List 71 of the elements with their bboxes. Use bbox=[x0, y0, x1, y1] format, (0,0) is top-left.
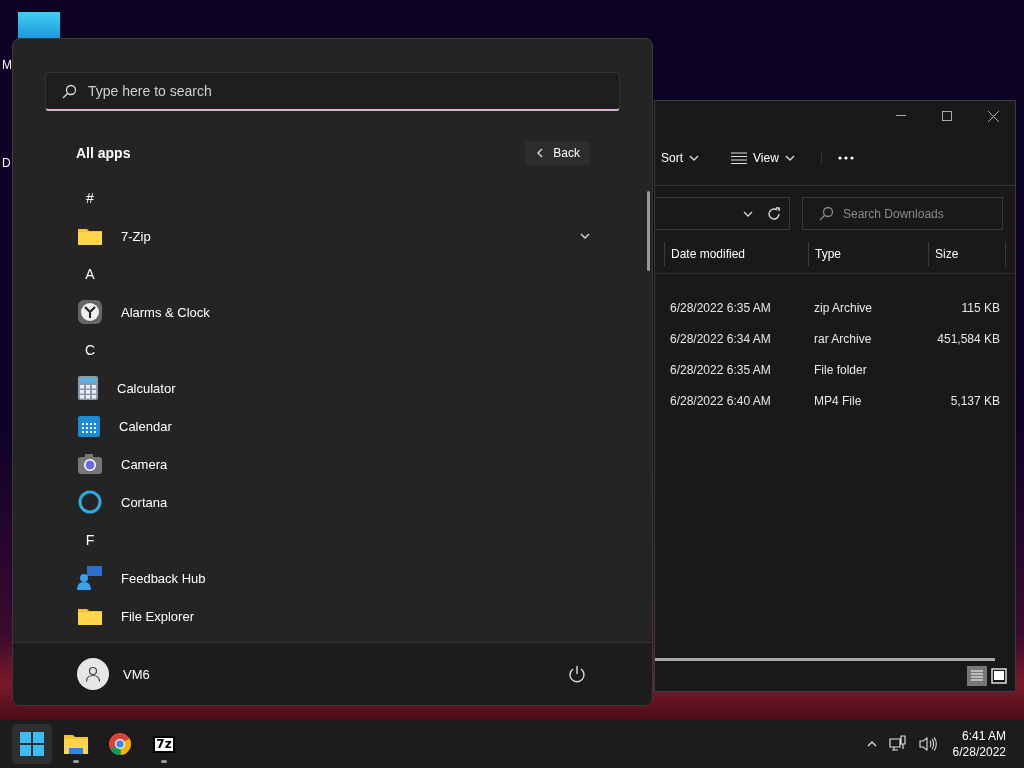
browser-icon bbox=[108, 732, 132, 756]
table-cell-text: File folder bbox=[814, 362, 868, 377]
sort-button[interactable]: Sort bbox=[655, 147, 705, 169]
windows-logo-icon bbox=[20, 732, 44, 756]
table-cell-text: 6/28/2022 6:35 AM bbox=[670, 362, 772, 377]
table-cell-text: 6/28/2022 6:40 AM bbox=[670, 393, 772, 408]
chevron-down-icon bbox=[784, 153, 795, 163]
refresh-icon bbox=[767, 206, 781, 221]
user-avatar bbox=[77, 658, 109, 690]
table-cell-text: 451,584 KB bbox=[936, 331, 1000, 346]
app-list-item[interactable]: Feedback Hub bbox=[77, 565, 590, 591]
app-list-item[interactable]: 7-Zip bbox=[77, 226, 590, 246]
app-list-item[interactable]: File Explorer bbox=[77, 606, 590, 626]
clock-icon bbox=[77, 299, 103, 325]
people-chat-icon bbox=[77, 565, 103, 591]
folder-icon bbox=[77, 226, 103, 246]
table-cell-text: zip Archive bbox=[814, 300, 874, 315]
search-field[interactable]: Search Downloads bbox=[802, 197, 1003, 230]
network-icon[interactable] bbox=[888, 735, 907, 753]
letter-header[interactable]: # bbox=[77, 190, 103, 206]
app-list-item[interactable]: Cortana bbox=[77, 489, 590, 515]
search-field[interactable]: Type here to search bbox=[45, 72, 620, 111]
more-dots-icon bbox=[837, 156, 854, 160]
table-cell-text: 6/28/2022 6:34 AM bbox=[670, 331, 772, 346]
horizontal-scrollbar[interactable] bbox=[655, 658, 995, 661]
column-header[interactable]: Date modified bbox=[664, 241, 808, 266]
camera-icon bbox=[77, 453, 103, 475]
column-header[interactable]: Type bbox=[808, 241, 928, 266]
show-hidden-icons-button[interactable] bbox=[866, 739, 877, 749]
lines-icon bbox=[731, 152, 747, 164]
view-button[interactable]: View bbox=[725, 147, 801, 169]
letter-header[interactable]: A bbox=[77, 266, 103, 282]
calculator-icon bbox=[77, 375, 99, 401]
details-list-icon bbox=[969, 668, 985, 684]
table-cell-text: MP4 File bbox=[814, 393, 863, 408]
table-cell-text: rar Archive bbox=[814, 331, 873, 346]
section-title: All apps bbox=[76, 145, 131, 161]
chevron-up-icon bbox=[866, 739, 877, 749]
back-button[interactable]: Back bbox=[525, 141, 590, 165]
app-list-item[interactable]: Calendar bbox=[77, 414, 590, 438]
chevron-down-icon bbox=[689, 153, 699, 163]
search-icon bbox=[61, 83, 77, 100]
maximize-icon bbox=[942, 111, 952, 121]
ring-icon bbox=[77, 489, 103, 515]
search-icon bbox=[818, 205, 834, 222]
volume-icon[interactable] bbox=[918, 736, 937, 752]
chevron-down-icon bbox=[580, 231, 590, 241]
scrollbar-thumb[interactable] bbox=[647, 191, 650, 271]
calendar-icon bbox=[77, 414, 101, 438]
desktop-icon-label[interactable]: D bbox=[2, 156, 11, 170]
user-name[interactable]: VM6 bbox=[123, 666, 550, 682]
taskbar-button[interactable]: 7z bbox=[144, 724, 184, 764]
app-list-item[interactable]: Camera bbox=[77, 453, 590, 475]
table-cell-text: 115 KB bbox=[960, 300, 1000, 315]
folder-icon bbox=[63, 733, 89, 755]
letter-header[interactable]: C bbox=[77, 342, 103, 358]
clock[interactable]: 6:41 AM 6/28/2022 bbox=[952, 729, 1006, 759]
letter-header[interactable]: F bbox=[77, 532, 103, 548]
table-cell-text: 5,137 KB bbox=[949, 393, 1000, 408]
tiles-view-button[interactable] bbox=[989, 666, 1009, 686]
taskbar-button[interactable] bbox=[12, 724, 52, 764]
desktop-icon-label[interactable]: M bbox=[2, 58, 12, 72]
folder-icon bbox=[77, 606, 103, 626]
app-list-item[interactable]: Calculator bbox=[77, 375, 590, 401]
app-list-item[interactable]: Alarms & Clock bbox=[77, 299, 590, 325]
minimize-icon bbox=[896, 115, 906, 117]
archive-app-icon: 7z bbox=[153, 735, 175, 753]
tiles-icon bbox=[991, 668, 1007, 684]
close-icon bbox=[987, 110, 999, 122]
column-header[interactable]: Size bbox=[928, 241, 1006, 266]
table-cell-text: 6/28/2022 6:35 AM bbox=[670, 300, 772, 315]
